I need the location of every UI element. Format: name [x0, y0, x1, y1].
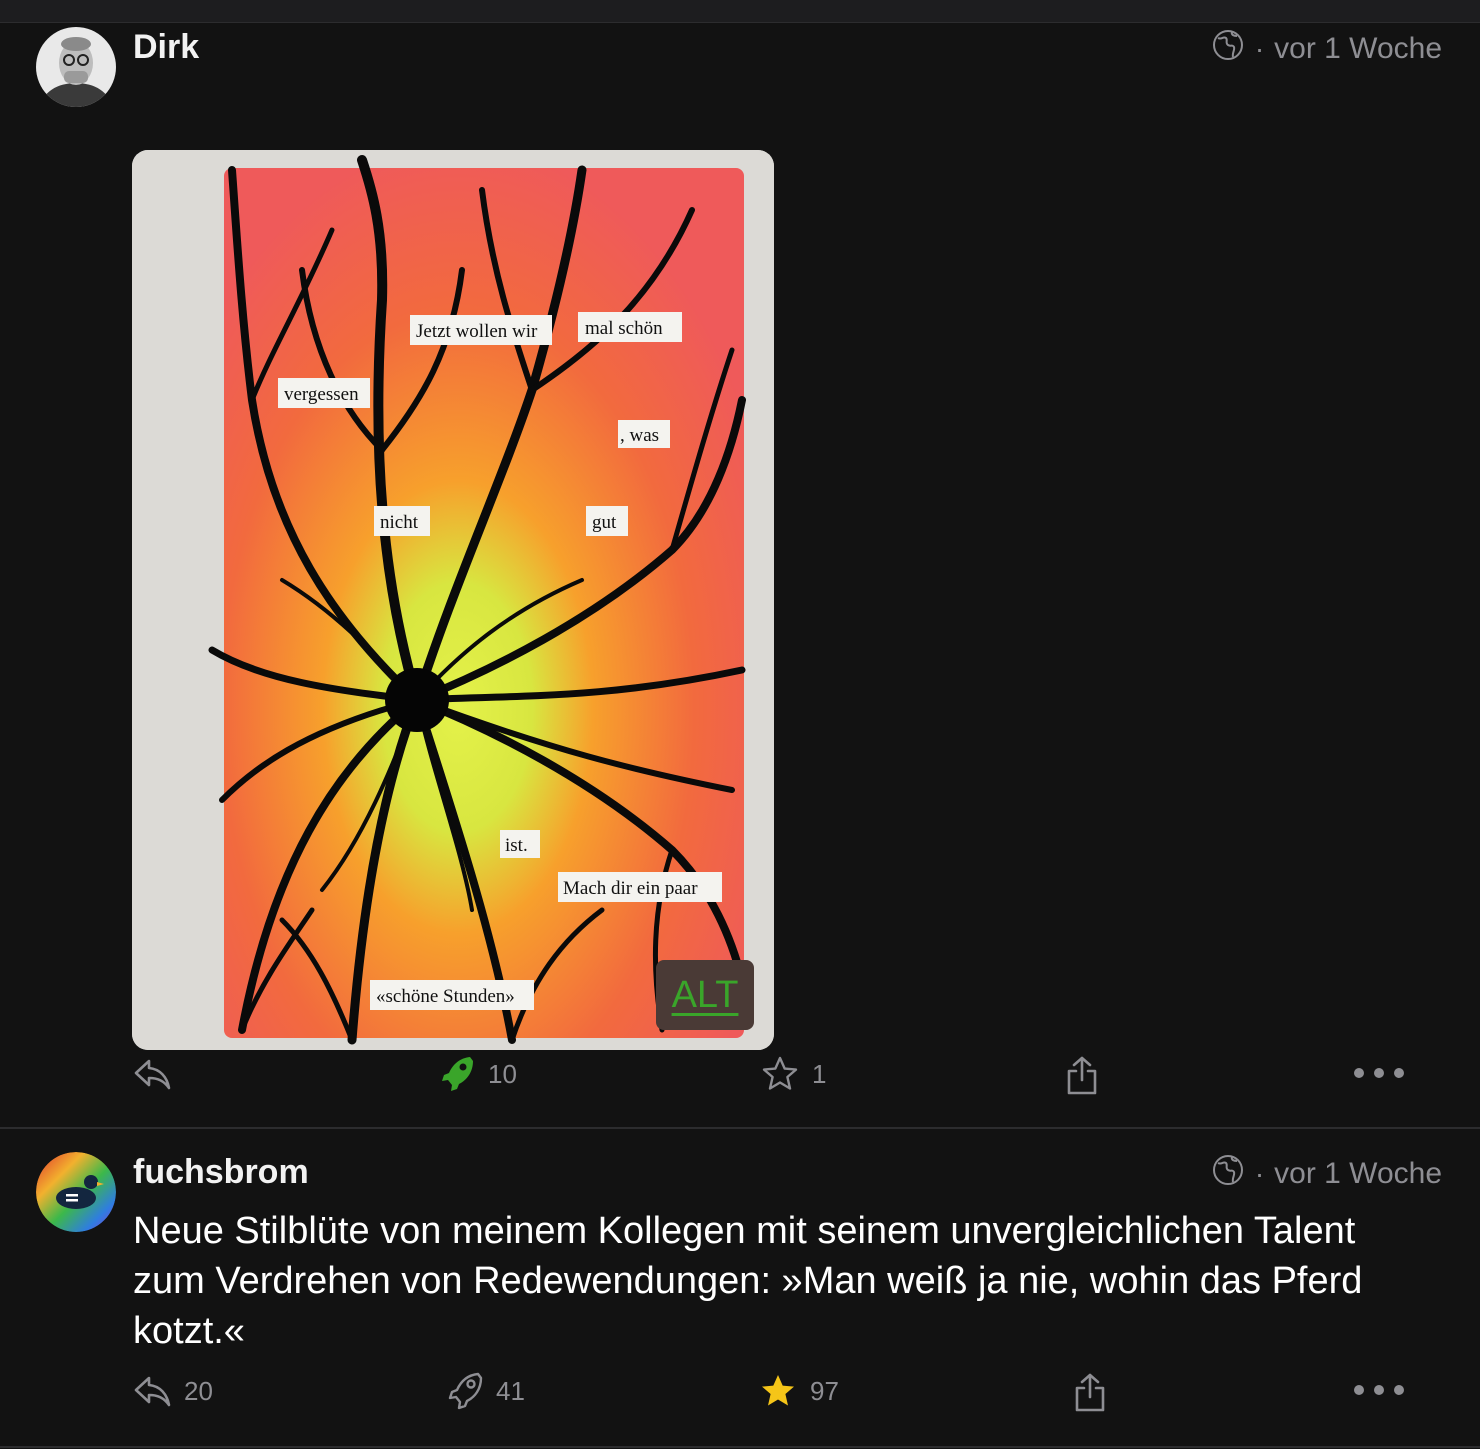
word-ist: ist. [505, 835, 528, 856]
more-button[interactable] [1354, 1385, 1404, 1395]
favorite-button[interactable]: 97 [758, 1371, 839, 1411]
post-image[interactable]: Jetzt wollen wir mal schön vergessen , w… [132, 150, 774, 1050]
rocket-icon [448, 1371, 484, 1411]
more-icon [1354, 1068, 1404, 1078]
globe-icon [1211, 28, 1245, 70]
share-icon [1072, 1371, 1108, 1413]
avatar[interactable] [36, 1152, 116, 1232]
share-button[interactable] [1072, 1371, 1108, 1413]
word-nicht: nicht [380, 512, 419, 533]
more-icon [1354, 1385, 1404, 1395]
post-meta: · vor 1 Woche [1211, 28, 1442, 70]
word-was: , was [620, 425, 659, 446]
timestamp: vor 1 Woche [1274, 32, 1442, 65]
word-gut: gut [592, 512, 617, 533]
globe-icon [1211, 1153, 1245, 1195]
username[interactable]: fuchsbrom [133, 1153, 309, 1192]
star-icon [758, 1371, 798, 1411]
favorite-count: 97 [810, 1375, 839, 1406]
post-dirk[interactable]: Dirk · vor 1 Woche Jetzt wollen wir mal … [0, 22, 1480, 1128]
reply-icon [132, 1371, 172, 1411]
post-meta: · vor 1 Woche [1211, 1153, 1442, 1195]
boost-count: 41 [496, 1375, 525, 1406]
avatar[interactable] [36, 27, 116, 107]
rocket-icon [440, 1054, 476, 1094]
boost-button[interactable]: 41 [448, 1371, 525, 1411]
timestamp: vor 1 Woche [1274, 1157, 1442, 1190]
reply-button[interactable] [132, 1054, 184, 1094]
top-bar [0, 0, 1480, 23]
favorite-count: 1 [812, 1058, 827, 1089]
share-button[interactable] [1064, 1054, 1100, 1096]
post-actions: 10 1 [0, 1054, 1480, 1114]
boost-count: 10 [488, 1058, 517, 1089]
more-button[interactable] [1354, 1068, 1404, 1078]
word-schoene-stunden: «schöne Stunden» [376, 986, 515, 1007]
reply-button[interactable]: 20 [132, 1371, 213, 1411]
word-mach-dir-ein-paar: Mach dir ein paar [563, 878, 698, 899]
post-divider [0, 1446, 1480, 1448]
boost-button[interactable]: 10 [440, 1054, 517, 1094]
word-jetzt-wollen-wir: Jetzt wollen wir [416, 321, 538, 342]
reply-count: 20 [184, 1375, 213, 1406]
favorite-button[interactable]: 1 [760, 1054, 826, 1094]
alt-text-button[interactable]: ALT [656, 960, 754, 1030]
post-fuchsbrom[interactable]: fuchsbrom · vor 1 Woche Neue Stilblüte v… [0, 1129, 1480, 1445]
star-icon [760, 1054, 800, 1094]
username[interactable]: Dirk [133, 28, 199, 67]
reply-icon [132, 1054, 172, 1094]
post-text: Neue Stilblüte von meinem Kollegen mit s… [133, 1210, 1363, 1352]
share-icon [1064, 1054, 1100, 1096]
word-vergessen: vergessen [284, 384, 359, 405]
post-actions: 20 41 97 [0, 1371, 1480, 1431]
word-mal-schoen: mal schön [585, 318, 663, 339]
